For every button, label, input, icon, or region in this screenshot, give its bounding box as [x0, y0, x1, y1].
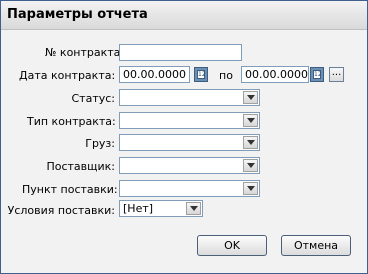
contract-date-from-input[interactable]: 00.00.0000 — [119, 66, 190, 83]
contract-type-combo[interactable] — [119, 112, 260, 129]
window-title: Параметры отчета — [7, 7, 148, 22]
status-label: Статус: — [71, 92, 115, 105]
contract-type-chevron-down-icon[interactable] — [243, 114, 258, 127]
cargo-combo[interactable] — [119, 134, 260, 151]
chevron-down-icon — [247, 186, 255, 191]
contract-type-label: Тип контракта: — [27, 115, 116, 128]
chevron-down-icon — [247, 95, 255, 100]
contract-number-input[interactable] — [119, 44, 242, 61]
delivery-terms-value: [Нет] — [123, 202, 154, 215]
chevron-down-icon — [190, 206, 198, 211]
contract-date-label: Дата контракта: — [19, 69, 116, 82]
more-button[interactable]: ... — [329, 67, 344, 82]
contract-date-to-value: 00.00.0000 — [245, 68, 308, 81]
chevron-down-icon — [247, 118, 255, 123]
date-range-separator: по — [219, 69, 233, 82]
chevron-down-icon — [247, 163, 255, 168]
contract-date-to-input[interactable]: 00.00.0000 — [241, 66, 309, 83]
status-chevron-down-icon[interactable] — [243, 91, 258, 104]
delivery-terms-label: Условия поставки: — [7, 204, 115, 217]
delivery-point-chevron-down-icon[interactable] — [243, 182, 258, 195]
title-bar: Параметры отчета — [1, 1, 367, 30]
supplier-combo[interactable] — [119, 157, 260, 174]
cargo-chevron-down-icon[interactable] — [243, 136, 258, 149]
calendar-to-icon[interactable] — [310, 67, 324, 82]
calendar-from-icon[interactable] — [194, 67, 208, 82]
contract-number-label: № контракта: — [45, 46, 125, 59]
delivery-terms-combo[interactable]: [Нет] — [119, 200, 203, 217]
ok-button[interactable]: OK — [197, 235, 267, 256]
cancel-button[interactable]: Отмена — [281, 235, 351, 256]
delivery-point-label: Пункт поставки: — [22, 183, 118, 196]
supplier-chevron-down-icon[interactable] — [243, 159, 258, 172]
supplier-label: Поставщик: — [46, 160, 115, 173]
chevron-down-icon — [247, 140, 255, 145]
cargo-label: Груз: — [85, 137, 115, 150]
delivery-terms-chevron-down-icon[interactable] — [186, 202, 201, 215]
status-combo[interactable] — [119, 89, 260, 106]
delivery-point-combo[interactable] — [119, 180, 260, 197]
dialog-content: № контракта: Дата контракта: 00.00.0000 … — [5, 31, 363, 269]
contract-date-from-value: 00.00.0000 — [123, 68, 186, 81]
report-parameters-dialog: Параметры отчета № контракта: Дата контр… — [0, 0, 368, 274]
